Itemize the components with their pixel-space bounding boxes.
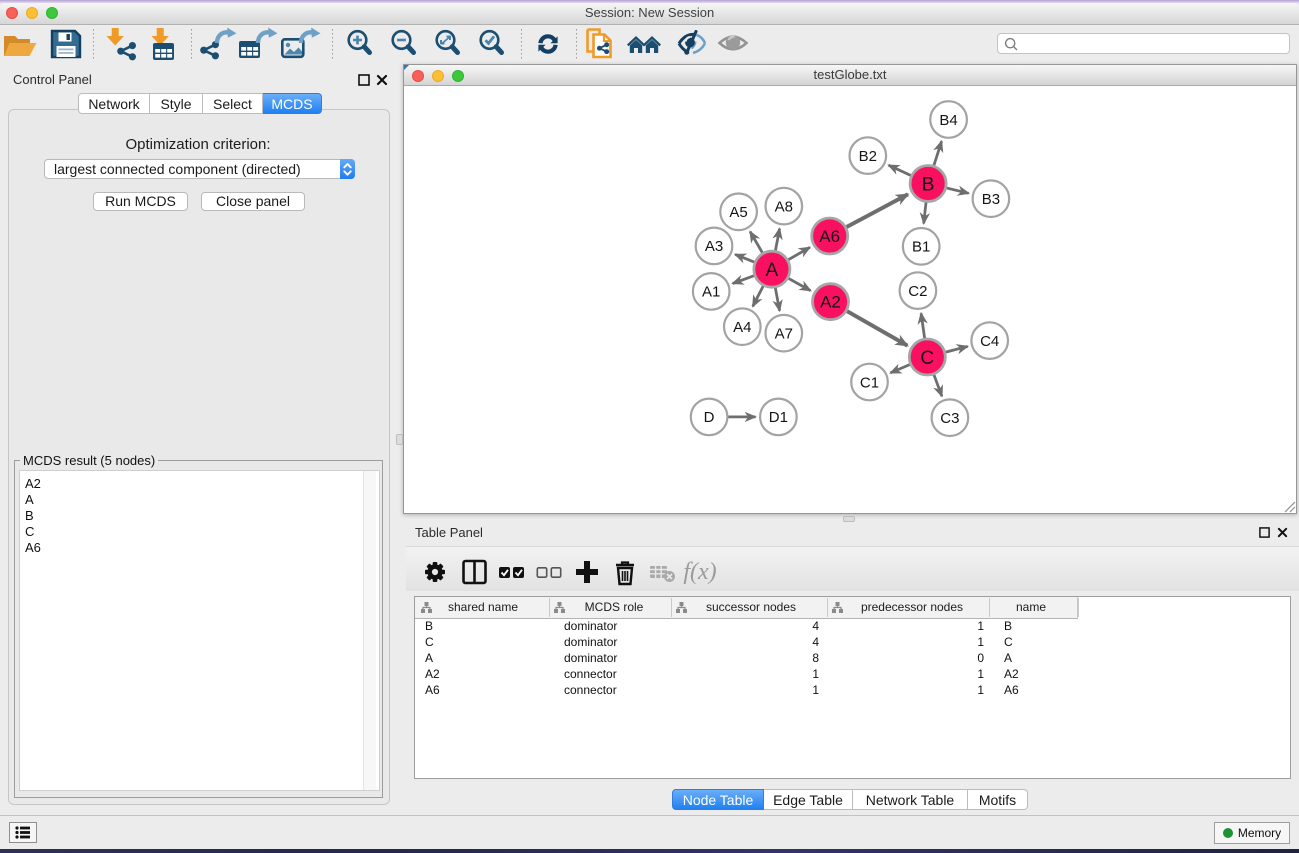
- svg-text:B4: B4: [939, 112, 957, 129]
- svg-text:D1: D1: [769, 409, 788, 426]
- svg-text:f(x): f(x): [683, 559, 716, 585]
- svg-text:A7: A7: [775, 326, 793, 343]
- svg-text:C1: C1: [860, 374, 879, 391]
- svg-text:A: A: [766, 260, 779, 281]
- svg-text:B3: B3: [982, 191, 1000, 208]
- svg-text:B2: B2: [859, 148, 877, 165]
- svg-text:C3: C3: [940, 410, 959, 427]
- svg-text:C4: C4: [980, 333, 999, 350]
- svg-text:C: C: [920, 348, 934, 369]
- svg-text:A8: A8: [775, 198, 793, 215]
- svg-text:A2: A2: [820, 293, 841, 312]
- svg-text:A1: A1: [702, 284, 720, 301]
- svg-text:A6: A6: [819, 227, 840, 246]
- svg-text:A3: A3: [705, 238, 723, 255]
- svg-text:A4: A4: [733, 319, 751, 336]
- svg-text:B: B: [922, 174, 935, 195]
- svg-text:A5: A5: [729, 204, 747, 221]
- svg-text:B1: B1: [912, 239, 930, 256]
- svg-text:C2: C2: [908, 283, 927, 300]
- svg-text:D: D: [704, 409, 715, 426]
